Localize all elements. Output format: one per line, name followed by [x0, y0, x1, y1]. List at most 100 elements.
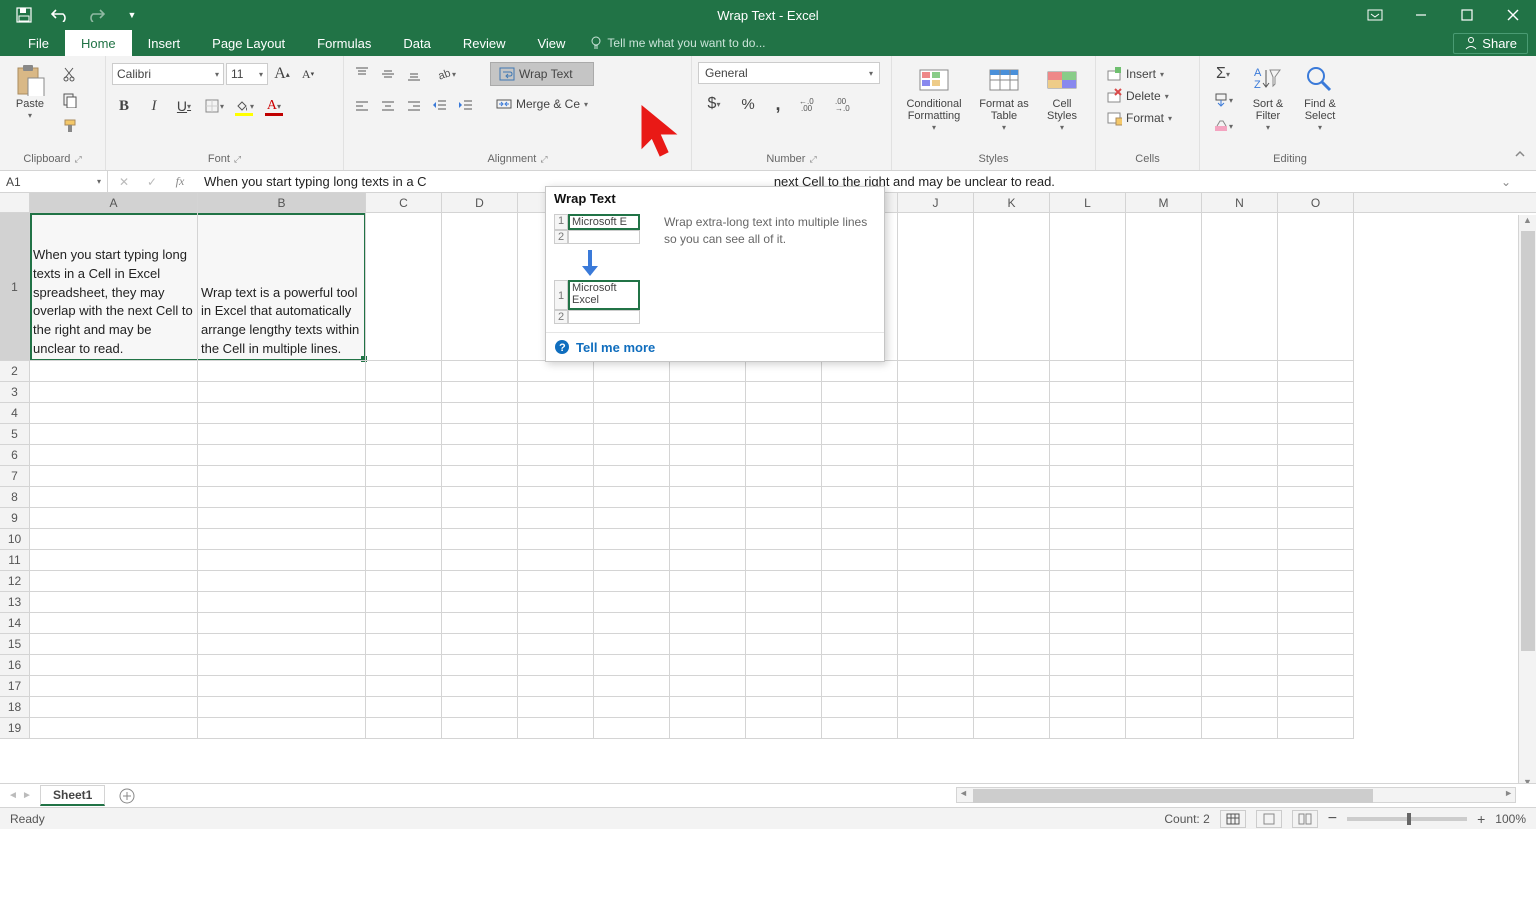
cell-G14[interactable] — [670, 613, 746, 634]
cell-M10[interactable] — [1126, 529, 1202, 550]
cell-N3[interactable] — [1202, 382, 1278, 403]
cell-M18[interactable] — [1126, 697, 1202, 718]
tab-page-layout[interactable]: Page Layout — [196, 30, 301, 56]
comma-button[interactable]: , — [766, 92, 790, 116]
cell-M17[interactable] — [1126, 676, 1202, 697]
cell-I12[interactable] — [822, 571, 898, 592]
cell-M11[interactable] — [1126, 550, 1202, 571]
cell-H5[interactable] — [746, 424, 822, 445]
cell-G17[interactable] — [670, 676, 746, 697]
cell-A16[interactable] — [30, 655, 198, 676]
cell-A2[interactable] — [30, 361, 198, 382]
cell-O6[interactable] — [1278, 445, 1354, 466]
cell-B17[interactable] — [198, 676, 366, 697]
cell-H15[interactable] — [746, 634, 822, 655]
cell-F6[interactable] — [594, 445, 670, 466]
cell-C3[interactable] — [366, 382, 442, 403]
cell-E12[interactable] — [518, 571, 594, 592]
cell-I19[interactable] — [822, 718, 898, 739]
row-header-4[interactable]: 4 — [0, 403, 30, 424]
cell-E4[interactable] — [518, 403, 594, 424]
enter-formula-button[interactable]: ✓ — [142, 172, 162, 192]
cell-F13[interactable] — [594, 592, 670, 613]
cell-G4[interactable] — [670, 403, 746, 424]
cell-K8[interactable] — [974, 487, 1050, 508]
cell-G7[interactable] — [670, 466, 746, 487]
cell-K17[interactable] — [974, 676, 1050, 697]
cell-M3[interactable] — [1126, 382, 1202, 403]
cell-E7[interactable] — [518, 466, 594, 487]
sort-filter-button[interactable]: AZ Sort & Filter▾ — [1244, 62, 1292, 135]
cell-E18[interactable] — [518, 697, 594, 718]
row-header-3[interactable]: 3 — [0, 382, 30, 403]
new-sheet-button[interactable] — [115, 786, 139, 806]
customize-qat-icon[interactable]: ▼ — [120, 3, 144, 27]
cell-C14[interactable] — [366, 613, 442, 634]
cell-H12[interactable] — [746, 571, 822, 592]
cell-N7[interactable] — [1202, 466, 1278, 487]
cell-B5[interactable] — [198, 424, 366, 445]
increase-indent-button[interactable] — [454, 94, 478, 118]
cell-J4[interactable] — [898, 403, 974, 424]
cell-L14[interactable] — [1050, 613, 1126, 634]
cell-C5[interactable] — [366, 424, 442, 445]
cell-B10[interactable] — [198, 529, 366, 550]
cell-F19[interactable] — [594, 718, 670, 739]
cell-B15[interactable] — [198, 634, 366, 655]
tab-data[interactable]: Data — [387, 30, 446, 56]
cell-B2[interactable] — [198, 361, 366, 382]
cell-N4[interactable] — [1202, 403, 1278, 424]
cell-D15[interactable] — [442, 634, 518, 655]
cell-O7[interactable] — [1278, 466, 1354, 487]
cell-N19[interactable] — [1202, 718, 1278, 739]
cell-F14[interactable] — [594, 613, 670, 634]
cell-J3[interactable] — [898, 382, 974, 403]
column-header-J[interactable]: J — [898, 193, 974, 212]
cell-L2[interactable] — [1050, 361, 1126, 382]
cell-O3[interactable] — [1278, 382, 1354, 403]
zoom-in-button[interactable]: + — [1477, 811, 1485, 827]
conditional-formatting-button[interactable]: Conditional Formatting▾ — [898, 62, 970, 135]
cell-G8[interactable] — [670, 487, 746, 508]
percent-button[interactable]: % — [736, 92, 760, 116]
column-header-L[interactable]: L — [1050, 193, 1126, 212]
cell-E8[interactable] — [518, 487, 594, 508]
close-icon[interactable] — [1490, 0, 1536, 30]
cell-N11[interactable] — [1202, 550, 1278, 571]
cell-J15[interactable] — [898, 634, 974, 655]
tab-file[interactable]: File — [12, 30, 65, 56]
cell-J12[interactable] — [898, 571, 974, 592]
cell-M9[interactable] — [1126, 508, 1202, 529]
cell-L9[interactable] — [1050, 508, 1126, 529]
cell-E2[interactable] — [518, 361, 594, 382]
cell-K5[interactable] — [974, 424, 1050, 445]
tell-me-search[interactable]: Tell me what you want to do... — [581, 36, 773, 50]
insert-cells-button[interactable]: Insert ▾ — [1102, 64, 1168, 84]
cell-G13[interactable] — [670, 592, 746, 613]
cell-G3[interactable] — [670, 382, 746, 403]
row-header-12[interactable]: 12 — [0, 571, 30, 592]
tab-view[interactable]: View — [521, 30, 581, 56]
cell-G19[interactable] — [670, 718, 746, 739]
cell-O12[interactable] — [1278, 571, 1354, 592]
cell-I13[interactable] — [822, 592, 898, 613]
cell-F18[interactable] — [594, 697, 670, 718]
underline-button[interactable]: U ▾ — [172, 94, 196, 118]
cell-F8[interactable] — [594, 487, 670, 508]
cell-I16[interactable] — [822, 655, 898, 676]
cell-D2[interactable] — [442, 361, 518, 382]
format-painter-button[interactable] — [58, 114, 82, 138]
dialog-launcher-icon[interactable]: ⤢ — [74, 154, 81, 165]
column-header-B[interactable]: B — [198, 193, 366, 212]
cell-D7[interactable] — [442, 466, 518, 487]
cell-L18[interactable] — [1050, 697, 1126, 718]
cell-J17[interactable] — [898, 676, 974, 697]
cell-K12[interactable] — [974, 571, 1050, 592]
cell-H18[interactable] — [746, 697, 822, 718]
cell-D11[interactable] — [442, 550, 518, 571]
row-header-11[interactable]: 11 — [0, 550, 30, 571]
view-page-layout-button[interactable] — [1256, 810, 1282, 828]
cell-N18[interactable] — [1202, 697, 1278, 718]
cell-C17[interactable] — [366, 676, 442, 697]
column-header-C[interactable]: C — [366, 193, 442, 212]
